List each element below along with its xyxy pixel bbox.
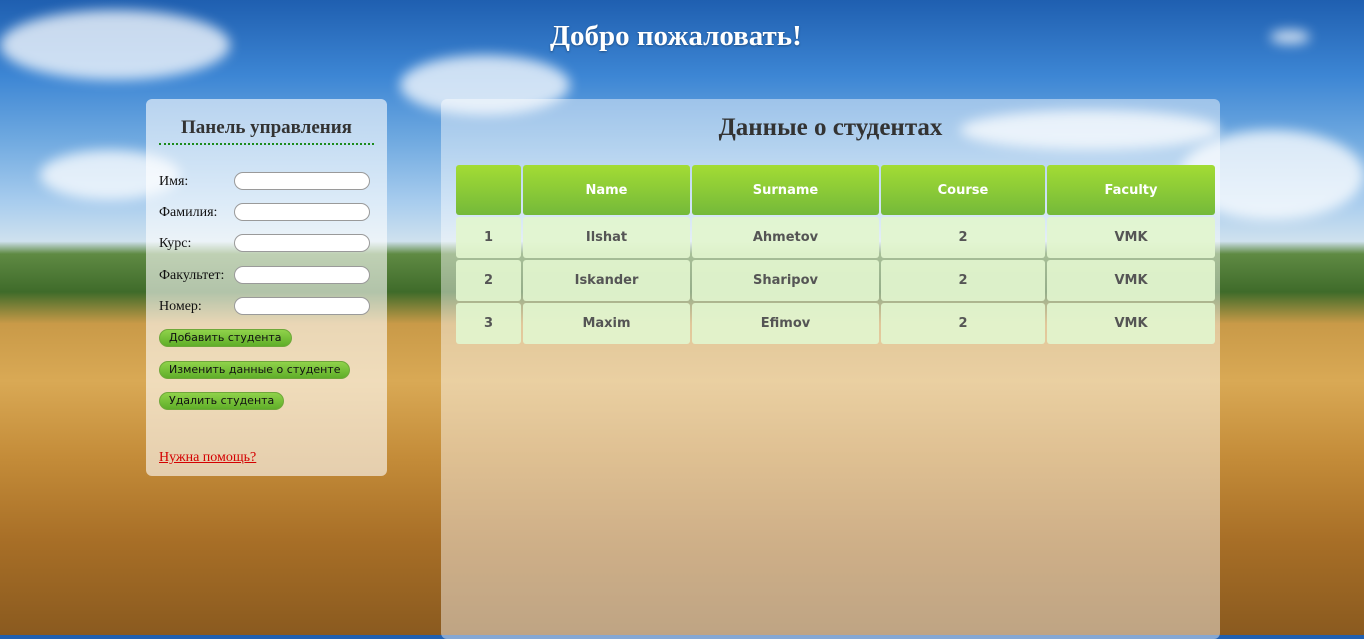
cell-name: Iskander [523,260,690,301]
cell-course: 2 [881,303,1045,344]
cell-name: Maxim [523,303,690,344]
page-title: Добро пожаловать! [550,20,802,52]
field-row-name: Имя: [159,172,374,192]
field-row-number: Номер: [159,297,374,317]
field-row-course: Курс: [159,234,374,254]
students-panel: Данные о студентах Name Surname Course F… [441,99,1220,639]
table-row[interactable]: 1 Ilshat Ahmetov 2 VMK [456,217,1215,258]
surname-label: Фамилия: [159,205,218,220]
cell-course: 2 [881,217,1045,258]
table-header-row: Name Surname Course Faculty [456,165,1215,215]
table-row[interactable]: 3 Maxim Efimov 2 VMK [456,303,1215,344]
cell-faculty: VMK [1047,303,1215,344]
faculty-input[interactable] [234,266,370,284]
number-label: Номер: [159,299,202,314]
faculty-label: Факультет: [159,268,225,283]
field-row-faculty: Факультет: [159,266,374,286]
cell-name: Ilshat [523,217,690,258]
panel-title: Панель управления [159,117,374,145]
delete-student-button[interactable]: Удалить студента [159,392,285,410]
cell-index: 2 [456,260,521,301]
cell-faculty: VMK [1047,260,1215,301]
course-input[interactable] [234,234,370,252]
surname-input[interactable] [234,203,370,221]
header-faculty[interactable]: Faculty [1047,165,1215,215]
add-student-button[interactable]: Добавить студента [159,329,292,347]
header-index[interactable] [456,165,521,215]
edit-student-button[interactable]: Изменить данные о студенте [159,361,351,379]
name-input[interactable] [234,172,370,190]
cell-index: 3 [456,303,521,344]
help-link[interactable]: Нужна помощь? [159,450,256,466]
control-panel: Панель управления Имя: Фамилия: Курс: Фа… [146,99,387,476]
cloud [0,10,230,80]
students-title: Данные о студентах [718,114,943,141]
name-label: Имя: [159,174,189,189]
cell-faculty: VMK [1047,217,1215,258]
cell-index: 1 [456,217,521,258]
field-row-surname: Фамилия: [159,203,374,223]
cell-surname: Sharipov [692,260,879,301]
cell-course: 2 [881,260,1045,301]
course-label: Курс: [159,236,192,251]
table-row[interactable]: 2 Iskander Sharipov 2 VMK [456,260,1215,301]
header-surname[interactable]: Surname [692,165,879,215]
students-table: Name Surname Course Faculty 1 Ilshat Ahm… [454,163,1217,346]
cloud [1270,30,1310,44]
header-course[interactable]: Course [881,165,1045,215]
number-input[interactable] [234,297,370,315]
header-name[interactable]: Name [523,165,690,215]
cell-surname: Efimov [692,303,879,344]
cell-surname: Ahmetov [692,217,879,258]
